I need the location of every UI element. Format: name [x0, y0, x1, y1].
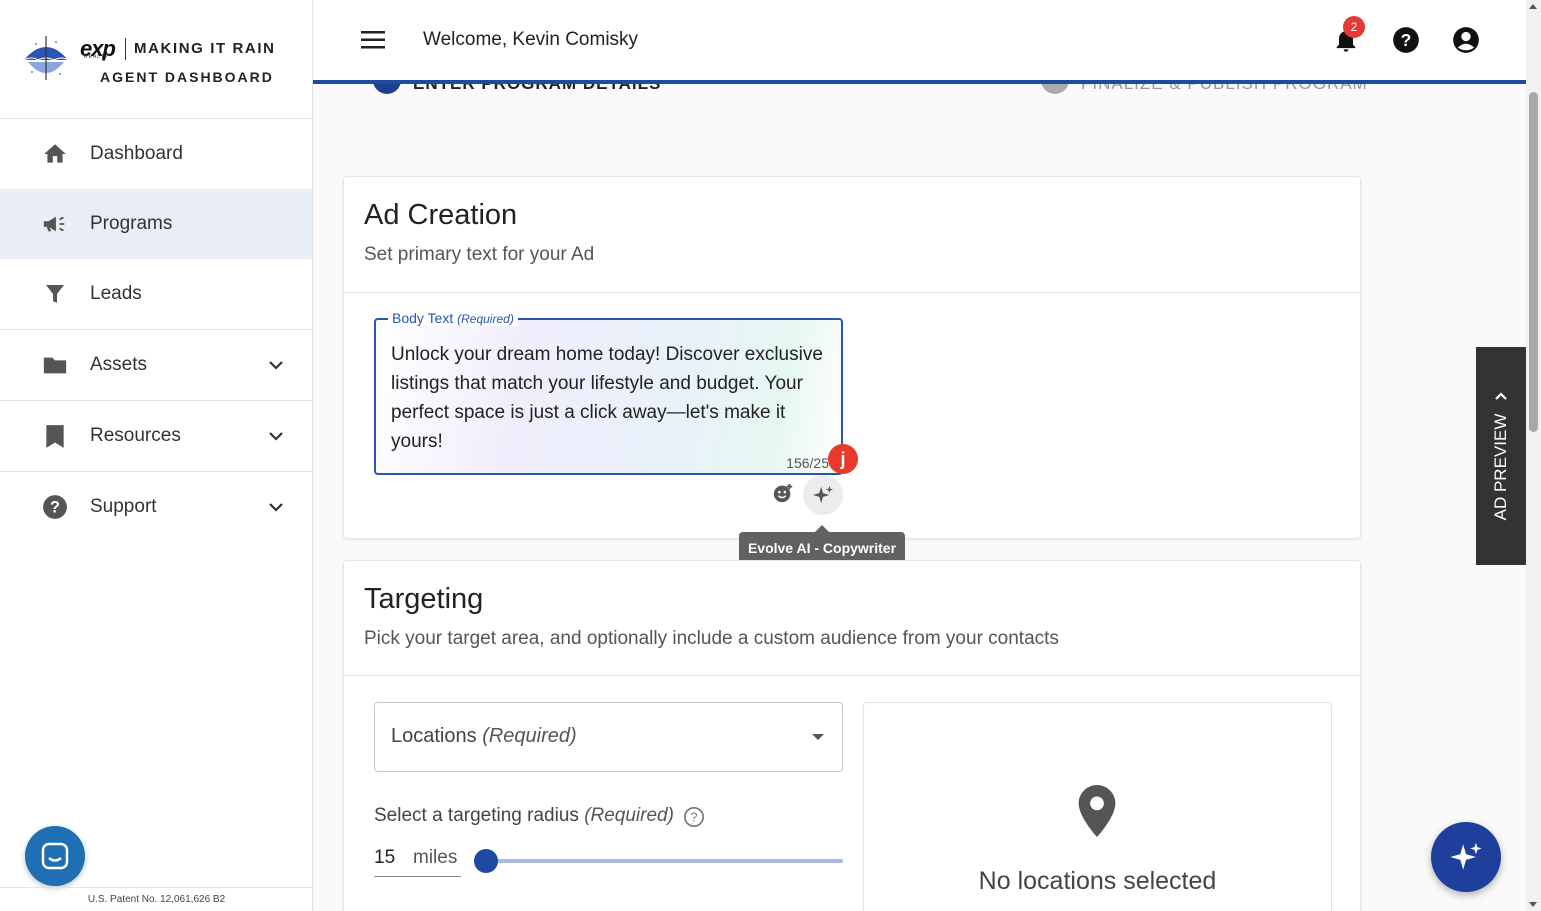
step-indicator-2 [1041, 84, 1069, 94]
ad-preview-label: AD PREVIEW [1491, 413, 1510, 521]
body-text-label: Body Text (Required) [388, 310, 518, 326]
step-indicator-1 [373, 84, 401, 94]
radius-slider-thumb[interactable] [474, 849, 498, 873]
sidebar-item-programs[interactable]: Programs [0, 189, 312, 259]
program-stepper: ENTER PROGRAM DETAILS FINALIZE & PUBLISH… [313, 84, 1526, 94]
page-scrollbar[interactable] [1526, 0, 1541, 911]
ad-creation-subtitle: Set primary text for your Ad [364, 244, 595, 265]
logo-divider [125, 38, 126, 60]
welcome-message: Welcome, Kevin Comisky [423, 29, 639, 50]
ai-assistant-fab[interactable] [1431, 822, 1501, 892]
radius-slider-track[interactable] [486, 859, 843, 863]
character-counter: 156/25 [786, 455, 829, 471]
locations-select[interactable]: Locations (Required) [374, 702, 843, 772]
grammarly-button[interactable]: j [828, 444, 858, 474]
sparkle-icon [812, 485, 834, 504]
svg-text:?: ? [1401, 30, 1412, 50]
sidebar-item-leads[interactable]: Leads [0, 259, 312, 329]
targeting-card: Targeting Pick your target area, and opt… [343, 560, 1361, 911]
svg-text:?: ? [690, 810, 697, 825]
svg-text:?: ? [50, 498, 60, 516]
sidebar-item-label: Support [90, 496, 157, 517]
umbrella-logo-icon [23, 36, 69, 80]
chat-launcher-button[interactable] [25, 826, 85, 886]
brand-logo[interactable]: exp REALTY MAKING IT RAIN AGENT DASHBOAR… [0, 0, 312, 119]
locations-map-panel: No locations selected [863, 702, 1332, 911]
folder-icon [42, 352, 68, 378]
emoji-picker-icon[interactable] [772, 482, 794, 504]
targeting-subtitle: Pick your target area, and optionally in… [364, 628, 1059, 649]
location-pin-icon [1078, 785, 1116, 837]
scroll-down-arrow[interactable] [1529, 902, 1537, 907]
radius-unit: miles [413, 847, 458, 868]
ad-creation-card: Ad Creation Set primary text for your Ad… [343, 176, 1361, 539]
sidebar-item-label: Leads [90, 283, 142, 304]
chevron-up-icon [1495, 392, 1507, 400]
megaphone-icon [42, 211, 68, 237]
sidebar-item-assets[interactable]: Assets [0, 329, 312, 400]
radius-label: Select a targeting radius (Required) [374, 805, 674, 826]
filter-icon [42, 281, 68, 307]
patent-notice: U.S. Patent No. 12,061,626 B2 [0, 887, 313, 911]
chevron-down-icon[interactable] [268, 357, 284, 373]
bookmark-icon [42, 423, 68, 449]
brand-title: MAKING IT RAIN [134, 40, 276, 57]
ad-creation-title: Ad Creation [364, 199, 518, 231]
scroll-thumb[interactable] [1529, 92, 1538, 432]
top-header: Welcome, Kevin Comisky 2 ? [313, 0, 1526, 80]
brand-subtitle: AGENT DASHBOARD [100, 69, 274, 85]
sidebar-item-dashboard[interactable]: Dashboard [0, 119, 312, 189]
account-circle-icon[interactable] [1452, 26, 1480, 54]
ai-copywriter-button[interactable] [803, 475, 843, 515]
radius-value: 15 [374, 847, 396, 868]
sidebar-item-support[interactable]: ? Support [0, 471, 312, 542]
exp-logo-sub: REALTY [84, 54, 110, 60]
sidebar-item-label: Programs [90, 213, 173, 234]
help-outline-icon[interactable]: ? [683, 806, 705, 828]
locations-label: Locations (Required) [391, 725, 577, 747]
radius-input[interactable]: 15 miles [374, 845, 461, 877]
sidebar-item-label: Resources [90, 425, 181, 446]
chat-icon [41, 842, 69, 870]
sparkle-icon [1450, 842, 1482, 870]
step-label-2: FINALIZE & PUBLISH PROGRAM [1081, 84, 1368, 94]
dropdown-arrow-icon [812, 734, 824, 740]
hamburger-menu-icon[interactable] [361, 30, 385, 50]
ad-preview-tab[interactable]: AD PREVIEW [1476, 347, 1526, 565]
sidebar-item-resources[interactable]: Resources [0, 400, 312, 471]
targeting-title: Targeting [364, 583, 484, 615]
no-locations-message: No locations selected [978, 867, 1217, 895]
help-icon[interactable]: ? [1392, 26, 1420, 54]
body-text-field[interactable]: Body Text (Required) Unlock your dream h… [374, 310, 843, 475]
sidebar: exp REALTY MAKING IT RAIN AGENT DASHBOAR… [0, 0, 313, 911]
scroll-up-arrow[interactable] [1529, 4, 1537, 9]
chevron-down-icon[interactable] [268, 428, 284, 444]
step-label-1: ENTER PROGRAM DETAILS [413, 84, 661, 94]
sidebar-item-label: Assets [90, 354, 148, 375]
sidebar-item-label: Dashboard [90, 143, 183, 164]
chevron-down-icon[interactable] [268, 499, 284, 515]
help-icon: ? [42, 494, 68, 520]
notification-badge: 2 [1343, 16, 1365, 38]
home-icon [42, 141, 68, 167]
body-text-value[interactable]: Unlock your dream home today! Discover e… [391, 340, 831, 456]
